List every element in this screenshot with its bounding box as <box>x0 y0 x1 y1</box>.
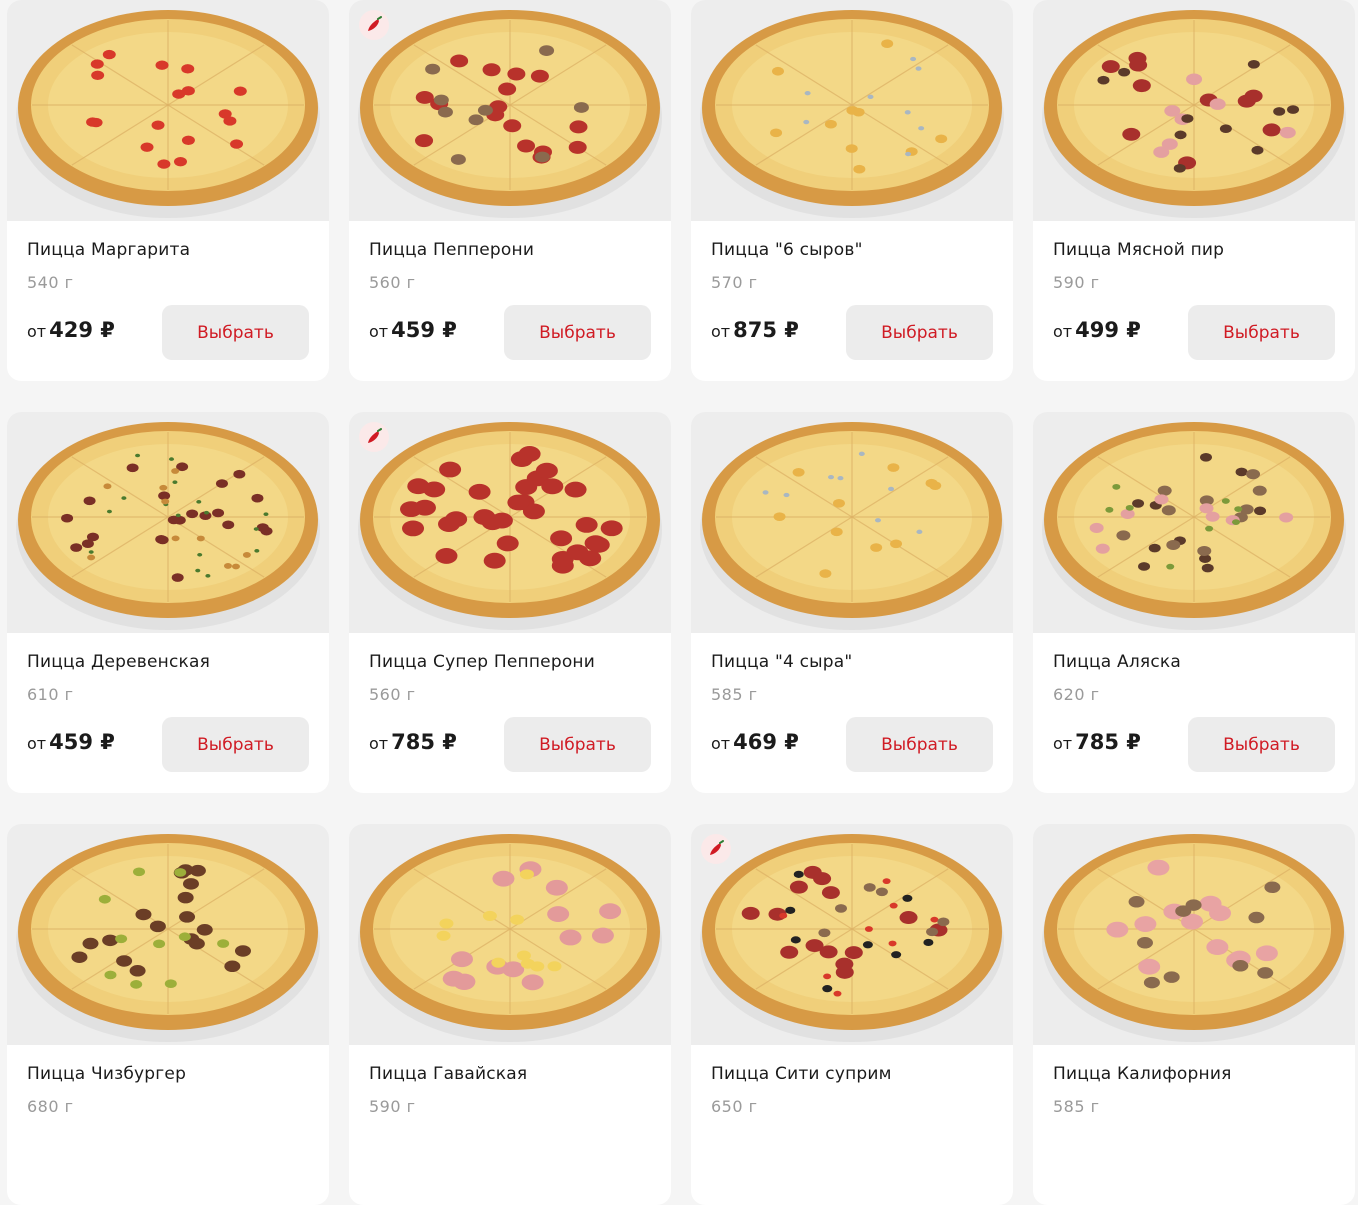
select-button[interactable]: Выбрать <box>846 305 993 360</box>
product-price: от 785 ₽ <box>369 730 457 754</box>
spicy-badge <box>701 834 731 864</box>
product-card[interactable]: Пицца Пепперони 560 г от 459 ₽ Выбрать <box>349 0 671 381</box>
product-weight: 560 г <box>369 273 416 292</box>
product-name[interactable]: Пицца Мясной пир <box>1053 240 1224 260</box>
select-button[interactable]: Выбрать <box>162 305 309 360</box>
product-price: от 429 ₽ <box>27 318 115 342</box>
product-name[interactable]: Пицца Супер Пепперони <box>369 652 595 672</box>
price-prefix: от <box>369 322 389 341</box>
product-weight: 585 г <box>1053 1097 1100 1116</box>
product-photo[interactable] <box>1033 0 1355 221</box>
product-photo[interactable] <box>349 412 671 633</box>
product-photo[interactable] <box>349 824 671 1045</box>
product-photo[interactable] <box>691 824 1013 1045</box>
product-card[interactable]: Пицца Маргарита 540 г от 429 ₽ Выбрать <box>7 0 329 381</box>
product-card[interactable]: Пицца "6 сыров" 570 г от 875 ₽ Выбрать <box>691 0 1013 381</box>
product-card[interactable]: Пицца Чизбургер 680 г <box>7 824 329 1205</box>
product-name[interactable]: Пицца Калифорния <box>1053 1064 1232 1084</box>
spicy-badge <box>359 10 389 40</box>
select-button[interactable]: Выбрать <box>504 717 651 772</box>
product-name[interactable]: Пицца "6 сыров" <box>711 240 863 260</box>
price-value: 499 ₽ <box>1075 318 1141 342</box>
price-prefix: от <box>27 734 47 753</box>
chili-pepper-icon <box>368 16 382 31</box>
product-card[interactable]: Пицца Аляска 620 г от 785 ₽ Выбрать <box>1033 412 1355 793</box>
chili-pepper-icon <box>368 428 382 443</box>
product-weight: 620 г <box>1053 685 1100 704</box>
product-price: от 459 ₽ <box>27 730 115 754</box>
product-grid: Пицца Маргарита 540 г от 429 ₽ Выбрать Пи… <box>0 0 1358 1205</box>
price-value: 469 ₽ <box>733 730 799 754</box>
price-prefix: от <box>711 322 731 341</box>
product-price: от 499 ₽ <box>1053 318 1141 342</box>
product-photo[interactable] <box>349 0 671 221</box>
select-button[interactable]: Выбрать <box>504 305 651 360</box>
product-photo[interactable] <box>691 0 1013 221</box>
product-weight: 570 г <box>711 273 758 292</box>
product-photo[interactable] <box>7 824 329 1045</box>
product-photo[interactable] <box>1033 824 1355 1045</box>
product-name[interactable]: Пицца "4 сыра" <box>711 652 852 672</box>
product-name[interactable]: Пицца Сити суприм <box>711 1064 892 1084</box>
product-price: от 785 ₽ <box>1053 730 1141 754</box>
product-price: от 469 ₽ <box>711 730 799 754</box>
product-name[interactable]: Пицца Аляска <box>1053 652 1181 672</box>
product-photo[interactable] <box>7 0 329 221</box>
product-photo[interactable] <box>7 412 329 633</box>
product-name[interactable]: Пицца Маргарита <box>27 240 190 260</box>
product-price: от 875 ₽ <box>711 318 799 342</box>
product-card[interactable]: Пицца "4 сыра" 585 г от 469 ₽ Выбрать <box>691 412 1013 793</box>
product-card[interactable]: Пицца Супер Пепперони 560 г от 785 ₽ Выбр… <box>349 412 671 793</box>
product-name[interactable]: Пицца Деревенская <box>27 652 210 672</box>
product-weight: 585 г <box>711 685 758 704</box>
product-name[interactable]: Пицца Пепперони <box>369 240 534 260</box>
spicy-badge <box>359 422 389 452</box>
product-weight: 680 г <box>27 1097 74 1116</box>
product-name[interactable]: Пицца Чизбургер <box>27 1064 186 1084</box>
select-button[interactable]: Выбрать <box>846 717 993 772</box>
price-value: 429 ₽ <box>49 318 115 342</box>
product-card[interactable]: Пицца Гавайская 590 г <box>349 824 671 1205</box>
product-name[interactable]: Пицца Гавайская <box>369 1064 527 1084</box>
product-photo[interactable] <box>1033 412 1355 633</box>
price-value: 459 ₽ <box>391 318 457 342</box>
price-prefix: от <box>369 734 389 753</box>
price-value: 785 ₽ <box>391 730 457 754</box>
product-weight: 590 г <box>369 1097 416 1116</box>
price-prefix: от <box>1053 322 1073 341</box>
product-price: от 459 ₽ <box>369 318 457 342</box>
product-weight: 610 г <box>27 685 74 704</box>
price-value: 785 ₽ <box>1075 730 1141 754</box>
product-weight: 650 г <box>711 1097 758 1116</box>
product-card[interactable]: Пицца Сити суприм 650 г <box>691 824 1013 1205</box>
product-weight: 540 г <box>27 273 74 292</box>
product-card[interactable]: Пицца Калифорния 585 г <box>1033 824 1355 1205</box>
price-prefix: от <box>711 734 731 753</box>
product-photo[interactable] <box>691 412 1013 633</box>
select-button[interactable]: Выбрать <box>162 717 309 772</box>
price-prefix: от <box>27 322 47 341</box>
price-prefix: от <box>1053 734 1073 753</box>
price-value: 875 ₽ <box>733 318 799 342</box>
product-card[interactable]: Пицца Мясной пир 590 г от 499 ₽ Выбрать <box>1033 0 1355 381</box>
product-weight: 560 г <box>369 685 416 704</box>
chili-pepper-icon <box>710 840 724 855</box>
product-weight: 590 г <box>1053 273 1100 292</box>
product-card[interactable]: Пицца Деревенская 610 г от 459 ₽ Выбрать <box>7 412 329 793</box>
select-button[interactable]: Выбрать <box>1188 305 1335 360</box>
select-button[interactable]: Выбрать <box>1188 717 1335 772</box>
price-value: 459 ₽ <box>49 730 115 754</box>
